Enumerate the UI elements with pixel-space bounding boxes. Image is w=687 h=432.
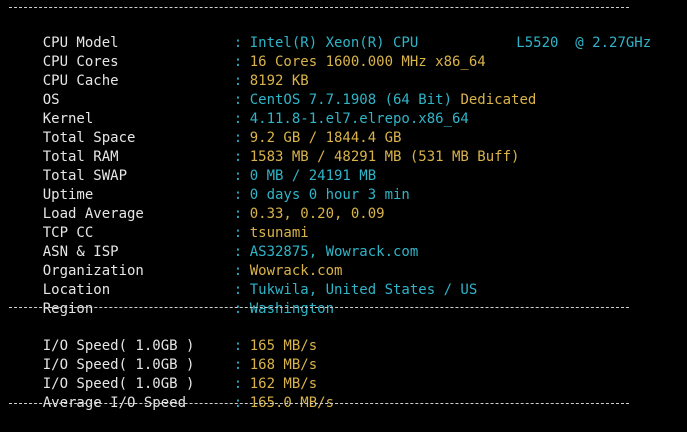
- row-region: Region: Washington: [9, 281, 334, 317]
- divider-middle: [9, 307, 629, 308]
- row-total-swap: Total SWAP:0 MB / 24191 MB: [9, 148, 376, 184]
- row-asn-isp: ASN & ISP: AS32875, Wowrack.com: [9, 224, 419, 260]
- region-value: Washington: [249, 301, 335, 317]
- row-total-space: Total Space:9.2 GB / 1844.4 GB: [9, 110, 402, 146]
- separator: :: [233, 301, 243, 317]
- terminal-window: CPU Model: Intel(R) Xeon(R) CPU L5520 @ 2.…: [0, 0, 687, 415]
- divider-bottom: [9, 403, 629, 404]
- row-kernel: Kernel:4.11.8-1.el7.elrepo.x86_64: [9, 91, 469, 127]
- region-label: Region: [42, 301, 94, 317]
- row-io-speed-2: I/O Speed( 1.0GB ):168 MB/s: [9, 337, 317, 373]
- os-virt-value: Dedicated: [460, 92, 537, 108]
- divider-top: [9, 7, 629, 8]
- row-tcp-cc: TCP CC: tsunami: [9, 205, 309, 241]
- row-average-io-speed: Average I/O Speed:165.0 MB/s: [9, 375, 334, 411]
- row-os: OS: CentOS 7.7.1908 (64 Bit) Dedicated: [9, 72, 537, 108]
- row-io-speed-1: I/O Speed( 1.0GB ):165 MB/s: [9, 318, 317, 354]
- row-cpu-cache: CPU Cache:8192 KB: [9, 53, 309, 89]
- row-load-average: Load Average:0.33, 0.20, 0.09: [9, 186, 385, 222]
- row-location: Location: Tukwila, United States / US: [9, 262, 478, 298]
- row-io-speed-3: I/O Speed( 1.0GB ):162 MB/s: [9, 356, 317, 392]
- row-uptime: Uptime:0 days 0 hour 3 min: [9, 167, 410, 203]
- row-cpu-cores: CPU Cores:16 Cores 1600.000 MHz x86_64: [9, 34, 486, 70]
- cpu-model-freq: L5520 @ 2.27GHz: [516, 35, 652, 51]
- row-organization: Organization: Wowrack.com: [9, 243, 343, 279]
- row-total-ram: Total RAM:1583 MB / 48291 MB (531 MB Buf…: [9, 129, 520, 165]
- row-cpu-model: CPU Model: Intel(R) Xeon(R) CPU L5520 @ 2.…: [9, 15, 651, 51]
